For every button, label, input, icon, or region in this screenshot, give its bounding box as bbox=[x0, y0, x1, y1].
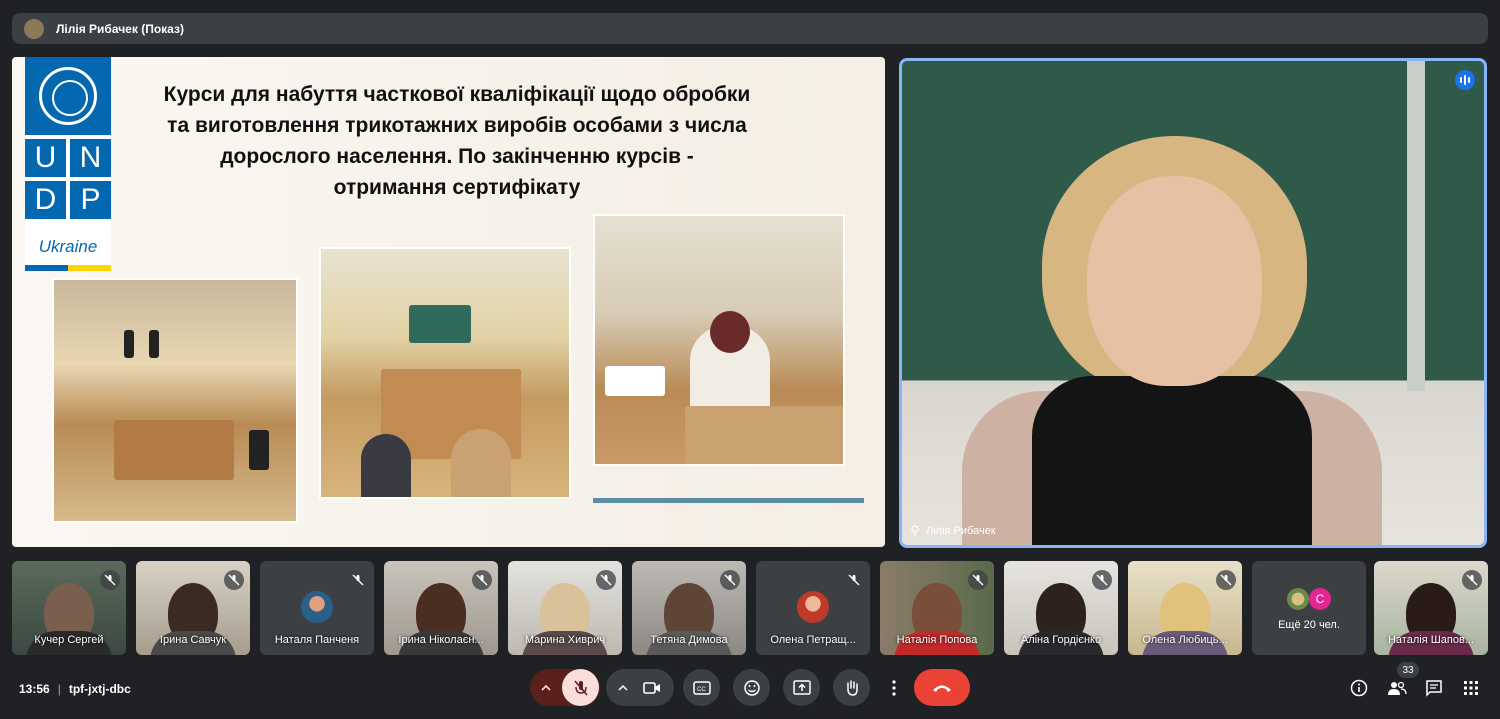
participant-name: Наталя Панченя bbox=[274, 634, 360, 646]
camera-icon[interactable] bbox=[643, 681, 661, 695]
participant-name: Аліна Гордієнко bbox=[1020, 634, 1102, 646]
participant-tile[interactable]: Аліна Гордієнко bbox=[1004, 561, 1118, 655]
people-button[interactable] bbox=[1386, 677, 1408, 699]
reactions-button[interactable] bbox=[733, 669, 770, 706]
presenter-avatar bbox=[24, 18, 44, 39]
mic-off-icon bbox=[1092, 570, 1112, 590]
participant-tile[interactable]: Наталя Панченя bbox=[260, 561, 374, 655]
end-call-icon bbox=[931, 683, 953, 693]
participant-tile[interactable]: Наталія Шапов... bbox=[1374, 561, 1488, 655]
speaker-name-tag: Лілія Рибачек bbox=[910, 525, 996, 537]
chevron-up-icon[interactable] bbox=[540, 682, 552, 694]
mic-button[interactable] bbox=[562, 669, 599, 706]
present-button[interactable] bbox=[783, 669, 820, 706]
camera-toggle-group bbox=[606, 669, 674, 706]
svg-text:CC: CC bbox=[697, 687, 706, 693]
mic-off-icon bbox=[572, 679, 590, 697]
participant-name: Ірина Ніколаєн... bbox=[398, 634, 484, 646]
meeting-details-button[interactable] bbox=[1348, 677, 1370, 699]
bottom-controls: 13:56 | tpf-jxtj-dbc CC bbox=[0, 660, 1500, 719]
participant-tile[interactable]: Ірина Савчук bbox=[136, 561, 250, 655]
meeting-info: 13:56 | tpf-jxtj-dbc bbox=[19, 682, 131, 696]
info-icon bbox=[1350, 679, 1368, 697]
logo-letter: D bbox=[25, 181, 66, 219]
logo-letter: P bbox=[70, 181, 111, 219]
chat-icon bbox=[1425, 679, 1443, 697]
participant-tile[interactable]: Наталія Попова bbox=[880, 561, 994, 655]
more-participants-tile[interactable]: С Ещё 20 чел. bbox=[1252, 561, 1366, 655]
classroom-photo bbox=[52, 278, 298, 523]
speaking-icon bbox=[1455, 70, 1475, 90]
participant-avatar: С bbox=[1309, 588, 1331, 610]
more-options-button[interactable] bbox=[875, 669, 912, 706]
participant-strip: Кучер Сергей Ірина Савчук Наталя Панченя… bbox=[12, 561, 1488, 655]
undp-logo: U N D P Ukraine bbox=[25, 57, 111, 271]
mic-off-icon bbox=[100, 570, 120, 590]
classroom-photo bbox=[593, 214, 845, 466]
more-options-icon bbox=[891, 679, 896, 696]
participant-name: Наталія Попова bbox=[896, 634, 978, 646]
participant-name: Ірина Савчук bbox=[159, 634, 227, 646]
participant-tile[interactable]: Марина Хиврич bbox=[508, 561, 622, 655]
participant-tile[interactable]: Олена Любиць... bbox=[1128, 561, 1242, 655]
end-call-button[interactable] bbox=[914, 669, 970, 706]
activities-icon bbox=[1463, 680, 1479, 696]
participant-tile[interactable]: Олена Петращ... bbox=[756, 561, 870, 655]
clock-time: 13:56 bbox=[19, 682, 50, 696]
raise-hand-icon bbox=[843, 679, 861, 697]
emoji-icon bbox=[743, 679, 761, 697]
classroom-photo bbox=[319, 247, 571, 499]
speaker-video[interactable]: Лілія Рибачек bbox=[899, 58, 1487, 548]
participant-name: Олена Любиць... bbox=[1142, 634, 1228, 646]
participant-tile[interactable]: Тетяна Димова bbox=[632, 561, 746, 655]
mic-off-icon bbox=[720, 570, 740, 590]
mic-off-icon bbox=[1216, 570, 1236, 590]
participant-avatar bbox=[797, 591, 829, 623]
people-icon bbox=[1387, 680, 1407, 696]
mic-off-icon bbox=[844, 570, 864, 590]
participant-name: Наталія Шапов... bbox=[1387, 634, 1474, 646]
participant-tile[interactable]: Кучер Сергей bbox=[12, 561, 126, 655]
captions-button[interactable]: CC bbox=[683, 669, 720, 706]
mic-off-icon bbox=[968, 570, 988, 590]
meeting-code: tpf-jxtj-dbc bbox=[68, 682, 131, 696]
activities-button[interactable] bbox=[1460, 677, 1482, 699]
un-emblem-icon bbox=[39, 67, 97, 125]
present-icon bbox=[792, 679, 811, 696]
slide-decor-bar bbox=[593, 498, 864, 503]
mic-off-icon bbox=[224, 570, 244, 590]
speaker-name: Лілія Рибачек bbox=[926, 525, 996, 537]
presenter-bar: Лілія Рибачек (Показ) bbox=[12, 13, 1488, 44]
logo-letter: U bbox=[25, 139, 66, 177]
mic-off-icon bbox=[472, 570, 492, 590]
mic-off-icon bbox=[596, 570, 616, 590]
participant-name: Марина Хиврич bbox=[524, 634, 606, 646]
shared-presentation: U N D P Ukraine Курси для набуття частко… bbox=[12, 57, 885, 547]
presenter-name: Лілія Рибачек (Показ) bbox=[56, 21, 184, 36]
chevron-up-icon[interactable] bbox=[617, 682, 629, 694]
participant-count-badge: 33 bbox=[1397, 662, 1419, 678]
pin-icon bbox=[911, 525, 919, 537]
captions-icon: CC bbox=[692, 680, 711, 695]
participant-avatar bbox=[1287, 588, 1309, 610]
logo-country: Ukraine bbox=[38, 237, 98, 256]
participant-tile[interactable]: Ірина Ніколаєн... bbox=[384, 561, 498, 655]
participant-name: Кучер Сергей bbox=[34, 634, 104, 646]
participant-name: Олена Петращ... bbox=[770, 634, 856, 646]
participant-name: Тетяна Димова bbox=[650, 634, 728, 646]
chat-button[interactable] bbox=[1423, 677, 1445, 699]
raise-hand-button[interactable] bbox=[833, 669, 870, 706]
participant-avatar bbox=[301, 591, 333, 623]
mic-off-icon bbox=[1462, 570, 1482, 590]
slide-title: Курси для набуття часткової кваліфікації… bbox=[163, 83, 751, 199]
mic-off-icon bbox=[348, 570, 368, 590]
logo-letter: N bbox=[70, 139, 111, 177]
more-participants-label: Ещё 20 чел. bbox=[1278, 619, 1340, 631]
